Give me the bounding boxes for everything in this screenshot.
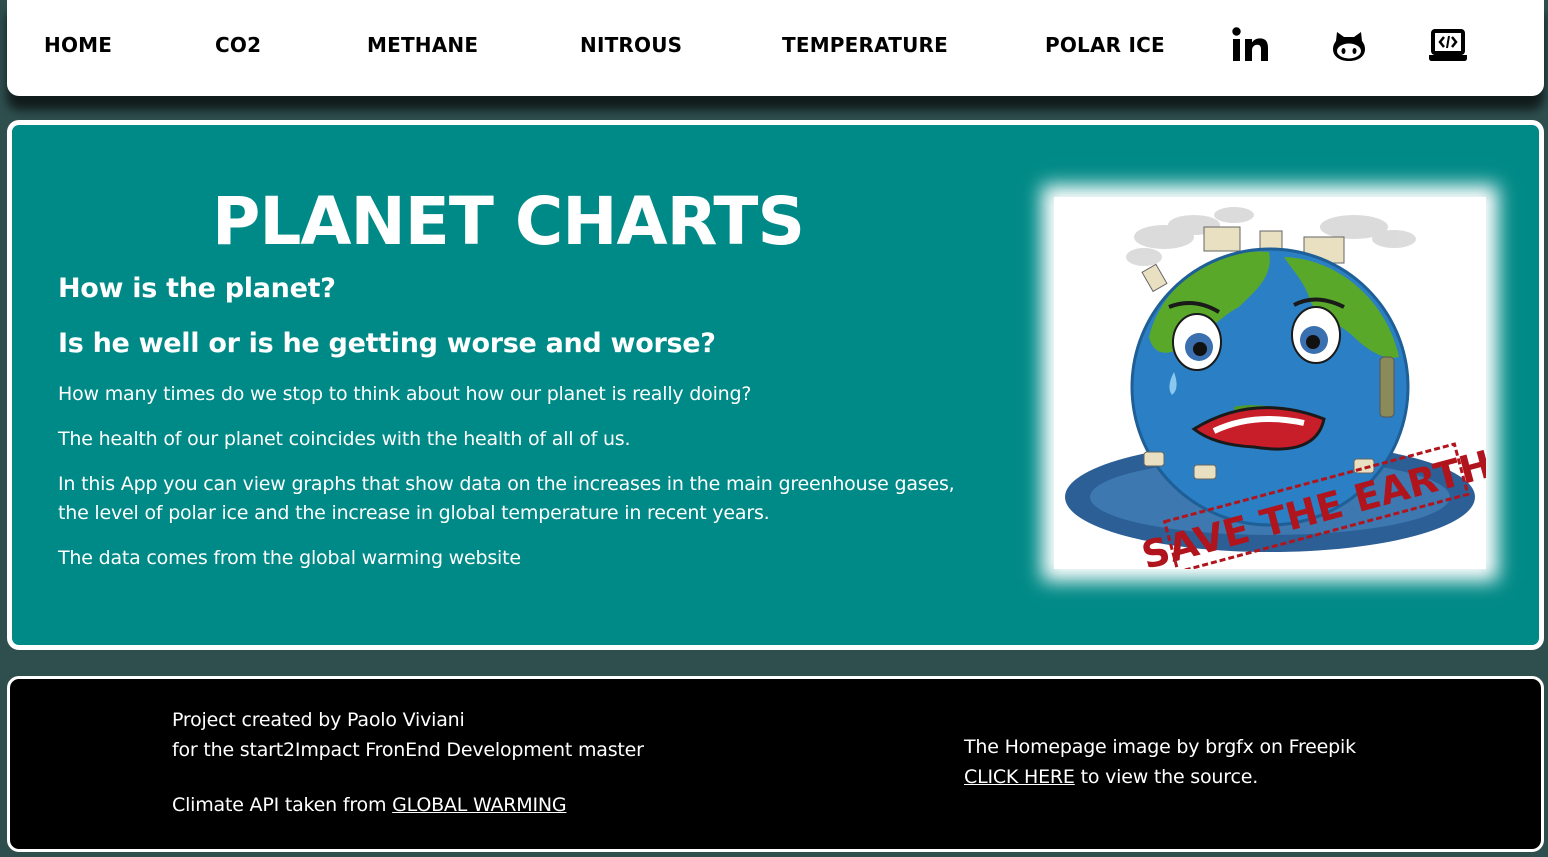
nav-temperature-link[interactable]: TEMPERATURE (782, 33, 948, 57)
hero-paragraph-3: In this App you can view graphs that sho… (58, 473, 955, 524)
hero-subtitle-question: How is the planet? (58, 273, 336, 304)
linkedin-icon[interactable] (1231, 25, 1271, 65)
nav-nitrous-link[interactable]: NITROUS (580, 33, 682, 57)
hero-subtitle-wellbeing: Is he well or is he getting worse and wo… (58, 328, 716, 359)
footer-credit-course: for the start2Impact FronEnd Development… (172, 739, 644, 761)
nav-home-link[interactable]: HOME (44, 33, 112, 57)
footer-api-credit: Climate API taken from GLOBAL WARMING (172, 794, 567, 816)
navbar: HOME CO2 METHANE NITROUS TEMPERATURE POL… (7, 0, 1544, 96)
hero-paragraph-4: The data comes from the global warming w… (58, 547, 521, 569)
hero-paragraph-1: How many times do we stop to think about… (58, 383, 752, 405)
footer-credit-author: Project created by Paolo Viviani (172, 709, 465, 731)
hero-section: PLANET CHARTS How is the planet? Is he w… (7, 120, 1544, 650)
github-icon[interactable] (1329, 25, 1369, 65)
nav-polar-ice-link[interactable]: POLAR ICE (1045, 33, 1165, 57)
footer: Project created by Paolo Viviani for the… (7, 676, 1544, 852)
footer-source-suffix: to view the source. (1074, 766, 1259, 788)
hero-paragraph-2: The health of our planet coincides with … (58, 428, 631, 450)
nav-co2-link[interactable]: CO2 (215, 33, 261, 57)
laptop-code-icon[interactable] (1427, 25, 1467, 65)
nav-methane-link[interactable]: METHANE (367, 33, 478, 57)
click-here-link[interactable]: CLICK HERE (964, 766, 1075, 788)
footer-api-prefix: Climate API taken from (172, 794, 393, 816)
footer-image-credit: The Homepage image by brgfx on Freepik (964, 736, 1356, 758)
page-title: PLANET CHARTS (212, 183, 805, 260)
sad-earth-illustration: SAVE THE EARTH (1054, 197, 1486, 569)
global-warming-link[interactable]: GLOBAL WARMING (392, 794, 567, 816)
footer-source-line: CLICK HERE to view the source. (964, 766, 1258, 788)
